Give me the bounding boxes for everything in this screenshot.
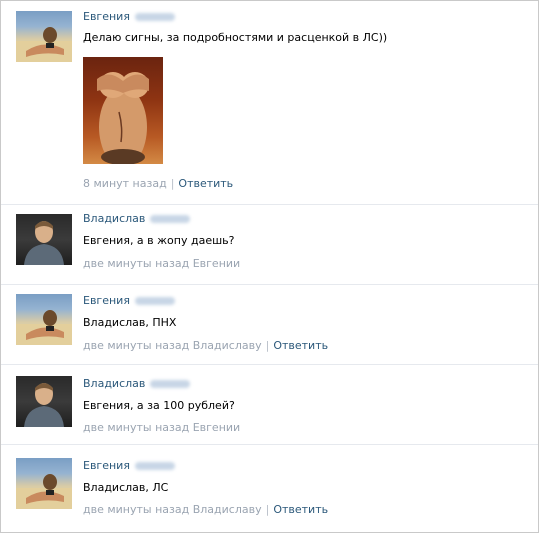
blurred-surname [134, 297, 175, 305]
blurred-surname [150, 380, 191, 388]
comment-text: Евгения, а за 100 рублей? [83, 399, 235, 412]
comment-item: Владислав Евгения, а за 100 рублей? две … [1, 364, 538, 445]
comment-time[interactable]: две минуты назад [83, 421, 189, 434]
author-name[interactable]: Владислав [83, 212, 145, 225]
avatar-vladislav[interactable] [16, 214, 72, 265]
meta-separator: | [265, 339, 270, 352]
comment-text: Делаю сигны, за подробностями и расценко… [83, 31, 388, 44]
comment-meta: две минуты назад Владиславу | Ответить [83, 339, 328, 352]
comment-meta: две минуты назад Евгении [83, 257, 240, 270]
avatar-evgenia[interactable] [16, 294, 72, 345]
comments-thread: Евгения Делаю сигны, за подробностями и … [0, 0, 539, 533]
comment-author[interactable]: Евгения [83, 459, 175, 472]
user-avatar-guy-icon [24, 221, 64, 265]
comment-author[interactable]: Владислав [83, 212, 191, 225]
blurred-surname [150, 215, 191, 223]
comment-meta: две минуты назад Евгении [83, 421, 240, 434]
avatar-vladislav[interactable] [16, 376, 72, 427]
reply-link[interactable]: Ответить [273, 503, 328, 516]
reply-to-name[interactable]: Владиславу [193, 339, 262, 352]
user-avatar-girl-icon [16, 474, 72, 509]
photo-image [97, 72, 149, 164]
reply-link[interactable]: Ответить [178, 177, 233, 190]
comment-time[interactable]: 8 минут назад [83, 177, 167, 190]
user-avatar-girl-icon [16, 27, 72, 62]
blurred-surname [134, 13, 175, 21]
comment-time[interactable]: две минуты назад [83, 503, 189, 516]
avatar-evgenia[interactable] [16, 11, 72, 62]
author-name[interactable]: Евгения [83, 10, 130, 23]
comment-meta: 8 минут назад | Ответить [83, 177, 233, 190]
reply-to-name[interactable]: Евгении [193, 257, 240, 270]
comment-author[interactable]: Евгения [83, 10, 175, 23]
comment-text: Владислав, ЛС [83, 481, 169, 494]
reply-to-name[interactable]: Владиславу [193, 503, 262, 516]
blurred-surname [134, 462, 175, 470]
comment-time[interactable]: две минуты назад [83, 339, 189, 352]
meta-separator: | [170, 177, 175, 190]
attached-photo[interactable] [83, 57, 163, 164]
author-name[interactable]: Евгения [83, 459, 130, 472]
meta-separator: | [265, 503, 270, 516]
comment-item: Евгения Владислав, ПНХ две минуты назад … [1, 284, 538, 365]
user-avatar-girl-icon [16, 310, 72, 345]
comment-item: Евгения Делаю сигны, за подробностями и … [1, 1, 538, 205]
comment-author[interactable]: Владислав [83, 377, 191, 390]
comment-meta: две минуты назад Владиславу | Ответить [83, 503, 328, 516]
author-name[interactable]: Владислав [83, 377, 145, 390]
comment-author[interactable]: Евгения [83, 294, 175, 307]
comment-text: Владислав, ПНХ [83, 316, 177, 329]
comment-text: Евгения, а в жопу даешь? [83, 234, 235, 247]
reply-link[interactable]: Ответить [273, 339, 328, 352]
avatar-evgenia[interactable] [16, 458, 72, 509]
comment-item: Евгения Владислав, ЛС две минуты назад В… [1, 444, 538, 532]
user-avatar-guy-icon [24, 383, 64, 427]
comment-item: Владислав Евгения, а в жопу даешь? две м… [1, 204, 538, 285]
comment-time[interactable]: две минуты назад [83, 257, 189, 270]
author-name[interactable]: Евгения [83, 294, 130, 307]
reply-to-name[interactable]: Евгении [193, 421, 240, 434]
